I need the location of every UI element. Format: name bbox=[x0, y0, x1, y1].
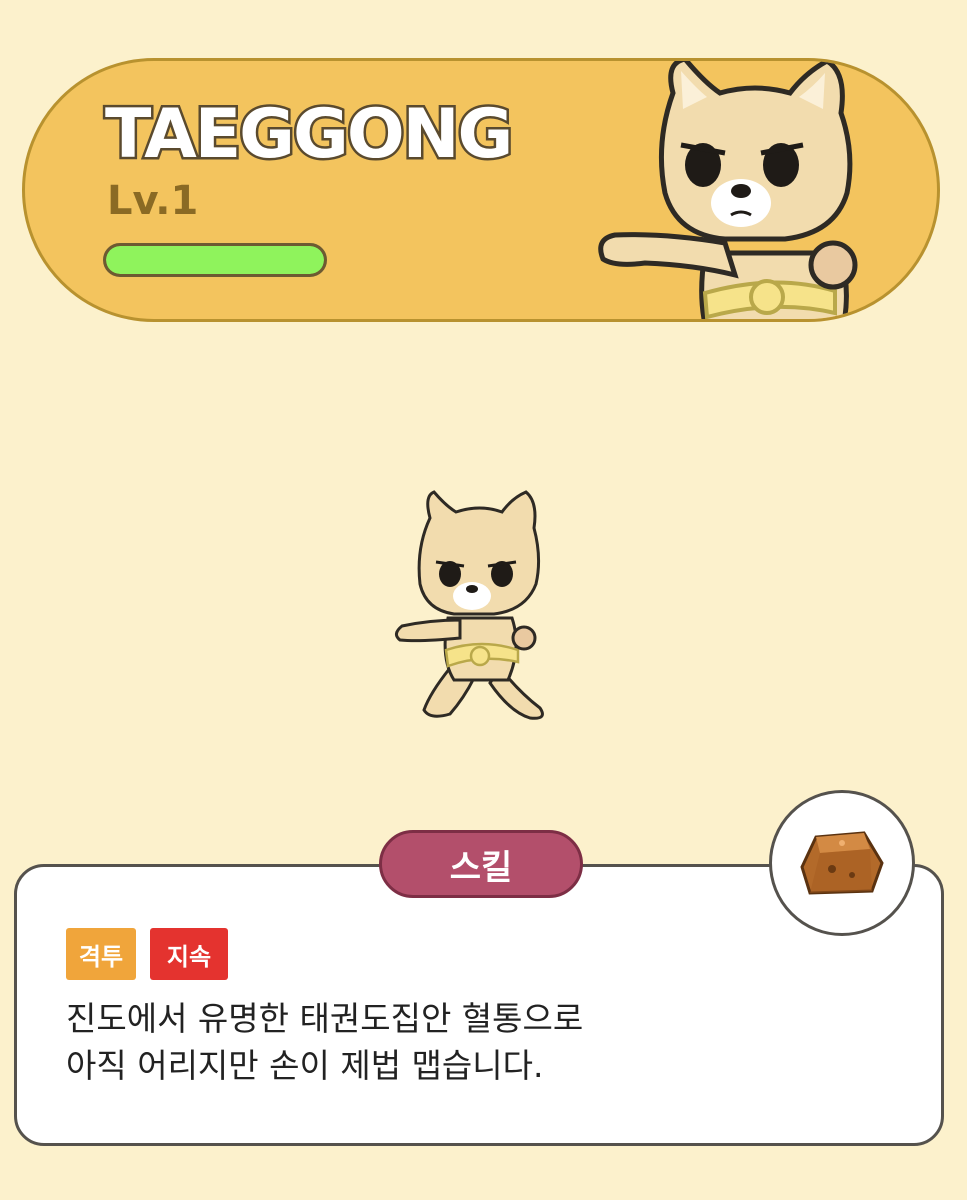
character-name: TAEGGONG bbox=[102, 95, 515, 174]
tag-fight: 격투 bbox=[66, 928, 136, 980]
character-sprite-icon bbox=[395, 490, 544, 720]
rock-block-icon bbox=[800, 831, 884, 895]
description-line-2: 아직 어리지만 손이 제법 맵습니다. bbox=[66, 1045, 544, 1085]
tag-duration: 지속 bbox=[150, 928, 228, 980]
xp-bar-fill bbox=[106, 246, 324, 274]
character-level: Lv.1 bbox=[107, 178, 199, 224]
xp-bar bbox=[103, 243, 327, 277]
skill-description: 진도에서 유명한 태권도집안 혈통으로 아직 어리지만 손이 제법 맵습니다. bbox=[66, 996, 866, 1090]
skill-icon-frame bbox=[769, 790, 915, 936]
character-portrait-icon bbox=[598, 61, 858, 319]
description-line-1: 진도에서 유명한 태권도집안 혈통으로 bbox=[66, 999, 584, 1038]
skill-tags: 격투 지속 bbox=[66, 928, 228, 980]
character-header: TAEGGONG Lv.1 bbox=[22, 58, 940, 322]
skill-title-badge: 스킬 bbox=[379, 830, 583, 898]
